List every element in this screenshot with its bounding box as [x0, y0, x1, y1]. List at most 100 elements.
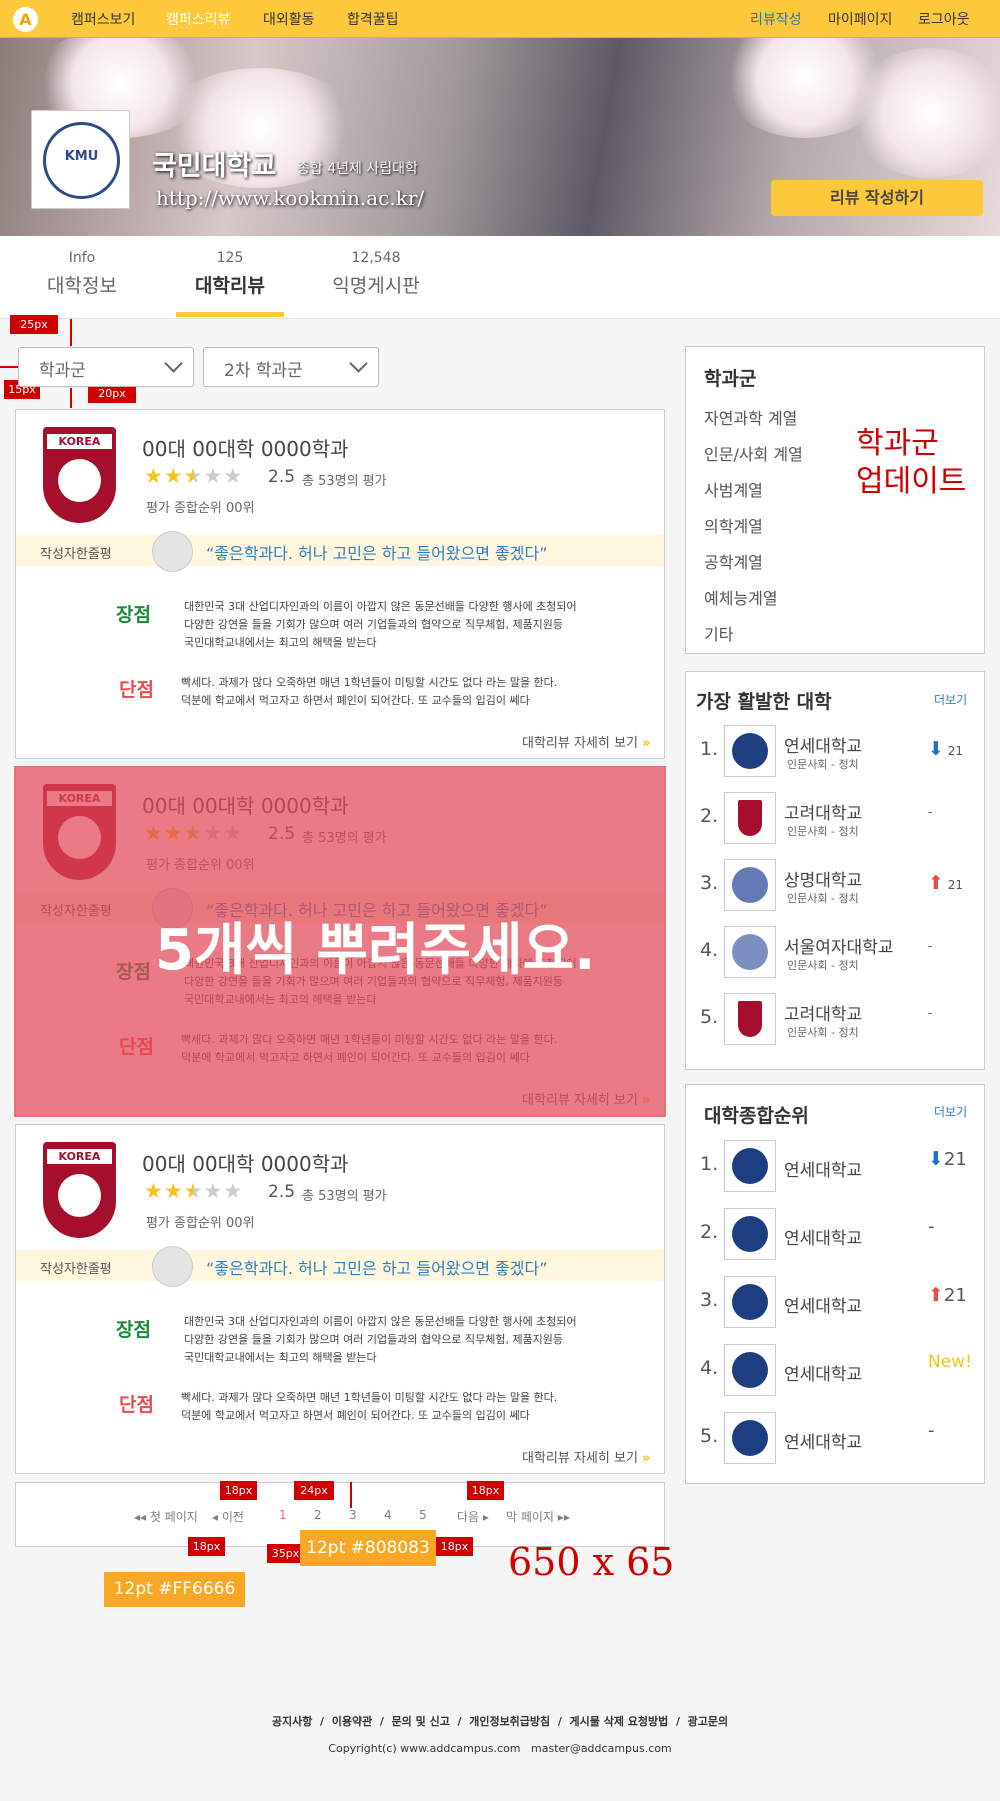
cons-line: 빡세다. 과제가 많다 오죽하면 매년 1학년들이 미팅할 시간도 없다 라는 … — [181, 1391, 558, 1404]
footer-separator: / — [557, 1715, 562, 1728]
overall-ranking-panel: 대학종합순위 더보기 1. 연세대학교 ⬇21 2. 연세대학교 -3. 연세대학교 ⬆21 4… — [685, 1084, 985, 1484]
category-item[interactable]: 사범계열 — [704, 477, 763, 501]
university-name: 연세대학교 — [784, 737, 863, 757]
department-title[interactable]: 00대 00대학 0000학과 — [142, 1148, 349, 1177]
nav-logout[interactable]: 로그아웃 — [918, 9, 970, 29]
nav-activities[interactable]: 대외활동 — [263, 9, 315, 29]
rank-number: 4. — [700, 1357, 719, 1379]
tab-info-label: 대학정보 — [47, 275, 117, 297]
rank-change-value: 21 — [947, 744, 964, 758]
category-item[interactable]: 자연과학 계열 — [704, 405, 797, 429]
spec-tag: 18px — [436, 1537, 473, 1556]
university-logo — [724, 725, 776, 777]
star-icon: ★ — [163, 464, 184, 488]
university-name: 연세대학교 — [784, 1433, 863, 1453]
university-logo — [724, 1276, 776, 1328]
star-icon: ★ — [183, 1179, 204, 1203]
spec-active-color-label: 12pt #FF6666 — [104, 1572, 245, 1607]
overall-ranking-title: 대학종합순위 — [704, 1105, 809, 1127]
avatar-icon — [152, 531, 193, 572]
active-tab-underline — [176, 312, 284, 317]
review-card: KOREA00대 00대학 0000학과★★★★★2.5총 53명의 평가평가 … — [15, 409, 665, 759]
cons-line: 덕분에 학교에서 먹고자고 하면서 폐인이 되어간다. 또 교수들의 입김이 쎄… — [181, 1409, 530, 1422]
next-page-link[interactable]: 다음 ▸ — [457, 1508, 489, 1525]
university-emblem-icon — [732, 1420, 768, 1456]
nav-write-review[interactable]: 리뷰작성 — [750, 9, 802, 29]
best-comment-label: 작성자한줄평 — [40, 1262, 112, 1277]
footer-separator: / — [675, 1715, 680, 1728]
tab-info[interactable]: Info 대학정보 — [46, 250, 118, 298]
cons-label: 단점 — [119, 679, 154, 701]
rating-count: 총 53명의 평가 — [302, 474, 387, 489]
nav-campus-view[interactable]: 캠퍼스보기 — [71, 9, 135, 29]
footer-link-ads[interactable]: 광고문의 — [688, 1715, 728, 1728]
prev-page-link[interactable]: ◂ 이전 — [212, 1508, 244, 1525]
university-url[interactable]: http://www.kookmin.ac.kr/ — [156, 186, 424, 210]
tab-board-label: 익명게시판 — [332, 275, 420, 297]
last-page-link[interactable]: 막 페이지 ▸▸ — [506, 1508, 570, 1525]
footer-separator: / — [379, 1715, 384, 1728]
nav-mypage[interactable]: 마이페이지 — [828, 9, 892, 29]
shield-text: KOREA — [47, 1149, 112, 1164]
university-emblem-icon — [738, 1001, 762, 1037]
spec-line — [70, 388, 72, 408]
tab-board[interactable]: 12,548 익명게시판 — [328, 250, 424, 298]
category-item[interactable]: 기타 — [704, 621, 733, 645]
department-title[interactable]: 00대 00대학 0000학과 — [142, 433, 349, 462]
review-detail-link[interactable]: 대학리뷰 자세히 보기 » — [522, 732, 650, 751]
rating-rank: 평가 종합순위 00위 — [146, 501, 255, 516]
nav-campus-review[interactable]: 캠퍼스리뷰 — [166, 9, 230, 29]
page-5[interactable]: 5 — [419, 1508, 427, 1522]
footer-link-contact[interactable]: 문의 및 신고 — [392, 1715, 450, 1728]
pros-line: 다양한 강연을 들을 기회가 많으며 여러 기업들과의 협약으로 직무체험, 제… — [184, 1333, 564, 1346]
pros-label: 장점 — [116, 604, 151, 626]
tiger-emblem-icon — [58, 459, 101, 502]
review-detail-link[interactable]: 대학리뷰 자세히 보기 » — [522, 1447, 650, 1466]
page-2[interactable]: 2 — [314, 1508, 322, 1522]
department-group-select[interactable]: 학과군 — [18, 347, 194, 387]
category-item[interactable]: 의학계열 — [704, 513, 763, 537]
rank-number: 1. — [700, 1153, 719, 1175]
university-logo — [724, 1344, 776, 1396]
university-name: 국민대학교 — [152, 151, 277, 182]
page-3[interactable]: 3 — [349, 1508, 357, 1522]
subgroup-select[interactable]: 2차 학과군 — [203, 347, 379, 387]
rank-number: 2. — [700, 1221, 719, 1243]
page-1[interactable]: 1 — [279, 1508, 287, 1522]
tab-reviews[interactable]: 125 대학리뷰 — [190, 250, 270, 298]
tab-board-count: 12,548 — [351, 250, 401, 266]
rank-change: - — [928, 1006, 932, 1020]
nav-tips[interactable]: 합격꿀팁 — [347, 9, 399, 29]
category-item[interactable]: 인문/사회 계열 — [704, 441, 803, 465]
star-rating: ★★★★★ — [144, 464, 243, 488]
footer-link-privacy[interactable]: 개인정보취급방침 — [469, 1715, 550, 1728]
university-subtitle: 인문사회 - 정치 — [787, 825, 859, 838]
active-university-more-link[interactable]: 더보기 — [934, 691, 967, 708]
category-item[interactable]: 예체능계열 — [704, 585, 778, 609]
university-logo — [724, 1208, 776, 1260]
star-icon: ★ — [203, 464, 224, 488]
spec-tag: 25px — [10, 315, 58, 334]
university-logo — [724, 926, 776, 978]
department-group-value: 학과군 — [39, 361, 86, 381]
university-name: 고려대학교 — [784, 804, 863, 824]
tab-info-small: Info — [68, 250, 96, 266]
rating-score: 2.5 — [268, 1182, 296, 1202]
footer-link-terms[interactable]: 이용약관 — [332, 1715, 372, 1728]
pros-label: 장점 — [116, 1319, 151, 1341]
write-review-button[interactable]: 리뷰 작성하기 — [771, 180, 983, 216]
chevron-down-icon — [164, 354, 183, 373]
footer-link-notice[interactable]: 공지사항 — [272, 1715, 312, 1728]
overall-ranking-more-link[interactable]: 더보기 — [934, 1103, 967, 1120]
best-comment-quote: “좋은학과다. 허나 고민은 하고 들어왔으면 좋겠다” — [206, 544, 548, 563]
contact-email[interactable]: master@addcampus.com — [531, 1742, 672, 1755]
pros-line: 국민대학교내에서는 최고의 해택을 받는다 — [184, 1351, 377, 1364]
footer-link-delete-request[interactable]: 게시물 삭제 요청방법 — [570, 1715, 669, 1728]
university-emblem-icon — [732, 934, 768, 970]
first-page-link[interactable]: ◂◂ 첫 페이지 — [134, 1508, 198, 1525]
page-4[interactable]: 4 — [384, 1508, 392, 1522]
addcampus-logo-icon[interactable]: A — [13, 7, 38, 32]
category-item[interactable]: 공학계열 — [704, 549, 763, 573]
university-emblem-icon — [732, 1284, 768, 1320]
university-logo — [724, 792, 776, 844]
